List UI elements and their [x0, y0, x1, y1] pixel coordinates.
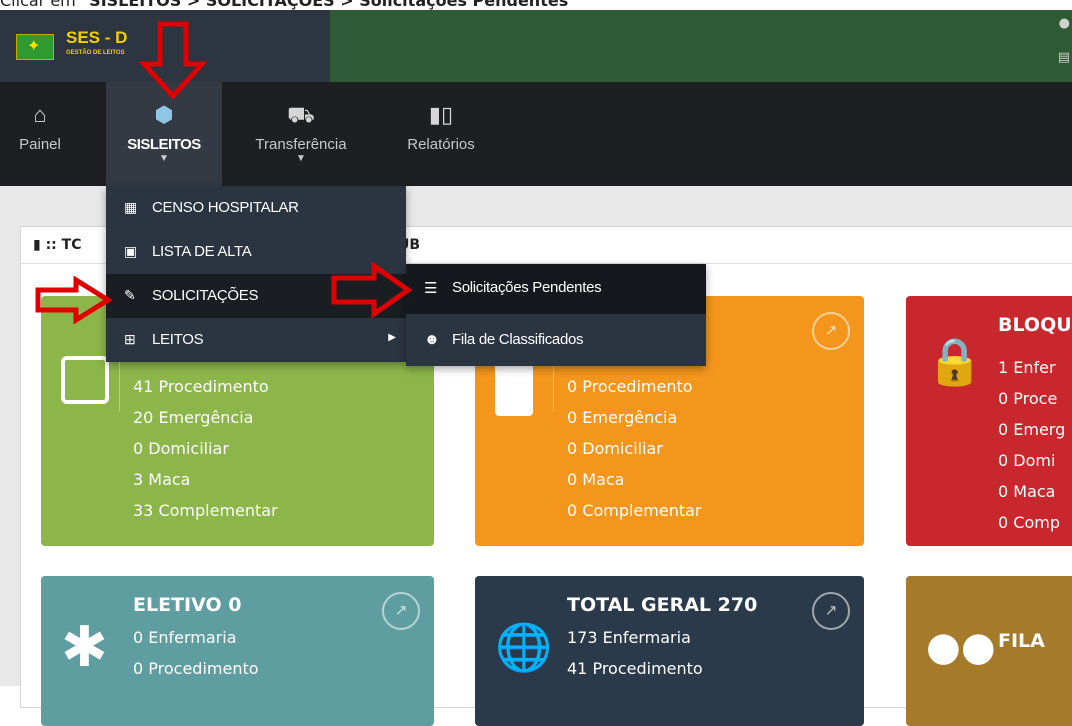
card-line: 41 Procedimento: [567, 659, 703, 678]
ambulance-icon: ⛟: [287, 102, 315, 127]
id-card-icon: ▦: [124, 199, 138, 215]
checkbox-icon: [61, 356, 109, 404]
card-bloqueados: BLOQU 🔒 1 Enfer 0 Proce 0 Emerg 0 Domi 0…: [906, 296, 1072, 546]
card-line: 0 Procedimento: [567, 377, 693, 396]
solicitacoes-submenu: ☰ Solicitações Pendentes ☻ Fila de Class…: [406, 264, 706, 366]
nav-label: SISLEITOS: [127, 136, 201, 153]
card-lines: 1 Enfer 0 Proce 0 Emerg 0 Domi 0 Maca 0 …: [998, 352, 1065, 538]
database-icon[interactable]: ▤: [1058, 50, 1070, 65]
home-icon: ⌂: [33, 102, 47, 127]
annotation-arrow-down: [138, 21, 208, 100]
card-line: 0 Comp: [998, 513, 1060, 532]
instruction-path: "SISLEITOS > SOLICITAÇÕES > Solicitações…: [80, 0, 577, 10]
nav-label: Relatórios: [407, 136, 475, 153]
menu-fila-de-classificados[interactable]: ☻ Fila de Classificados: [406, 316, 706, 366]
card-line: 0 Procedimento: [133, 659, 259, 678]
card-line: 0 Domi: [998, 451, 1056, 470]
card-line: 0 Enfermaria: [133, 628, 237, 647]
caret-down-icon: ▼: [159, 153, 169, 164]
caret-down-icon: ▼: [296, 153, 306, 164]
user-card-icon: ▣: [124, 243, 138, 259]
user-icon[interactable]: ●: [1059, 16, 1070, 31]
card-lines: 0 Enfermaria 0 Procedimento 0 Emergência…: [567, 340, 701, 526]
card-line: 0 Domiciliar: [567, 439, 663, 458]
flag-icon: [16, 34, 54, 60]
users-icon: ●●: [926, 624, 996, 670]
card-line: 1 Enfer: [998, 358, 1056, 377]
edit-icon: ✎: [124, 287, 136, 303]
nav-transferencia[interactable]: ⛟ Transferência ▼: [232, 82, 370, 186]
card-lines: 173 Enfermaria 41 Procedimento: [567, 622, 703, 684]
cube-icon: ⬢: [154, 102, 174, 127]
card-line: 0 Emerg: [998, 420, 1066, 439]
card-title: BLOQU: [998, 314, 1072, 336]
instruction-prefix: Clicar em: [0, 0, 81, 10]
card-line: 0 Domiciliar: [133, 439, 229, 458]
card-line: 3 Maca: [133, 470, 191, 489]
card-line: 0 Emergência: [567, 408, 678, 427]
asterisk-icon: ✱: [61, 615, 108, 680]
card-lines: 0 Enfermaria 0 Procedimento: [133, 622, 259, 684]
card-line: 0 Maca: [567, 470, 625, 489]
panel-heading-text: :: TC: [45, 237, 82, 253]
nav-painel[interactable]: ⌂ Painel: [0, 82, 80, 186]
share-icon[interactable]: ↗: [382, 592, 420, 630]
logo-subtitle: GESTÃO DE LEITOS: [66, 50, 125, 56]
card-title: FILA: [998, 630, 1045, 652]
card-line: 0 Complementar: [567, 501, 702, 520]
menu-label: Solicitações Pendentes: [452, 279, 602, 296]
annotation-arrow-right-submenu: [331, 262, 413, 318]
card-title: TOTAL GERAL 270: [567, 594, 758, 616]
nav-label: Painel: [19, 136, 61, 153]
list-icon: ☰: [424, 280, 438, 297]
nav-relatorios[interactable]: ▮▯ Relatórios: [386, 82, 496, 186]
share-icon[interactable]: ↗: [812, 592, 850, 630]
users-icon: ☻: [424, 331, 440, 348]
nav-label: Transferência: [255, 136, 347, 153]
card-lines: 172 Enfermaria 41 Procedimento 20 Emergê…: [133, 340, 278, 526]
card-total-geral: TOTAL GERAL 270 ↗ 🌐 173 Enfermaria 41 Pr…: [475, 576, 864, 726]
menu-label: Fila de Classificados: [452, 331, 584, 348]
card-eletivo: ELETIVO 0 ↗ ✱ 0 Enfermaria 0 Procediment…: [41, 576, 434, 726]
plus-square-icon: ⊞: [124, 331, 136, 347]
share-icon[interactable]: ↗: [812, 312, 850, 350]
card-fila: ●● FILA: [906, 576, 1072, 726]
annotation-arrow-right: [35, 276, 113, 324]
logo-title: SES - D: [66, 28, 128, 47]
menu-label: CENSO HOSPITALAR: [152, 199, 299, 216]
caret-right-icon: ▶: [388, 332, 396, 343]
menu-label: SOLICITAÇÕES: [152, 287, 259, 304]
card-line: 0 Proce: [998, 389, 1058, 408]
menu-label: LISTA DE ALTA: [152, 243, 252, 260]
menu-solicitacoes-pendentes[interactable]: ☰ Solicitações Pendentes: [406, 264, 706, 314]
panel-heading-left: ▮ :: TC: [33, 237, 81, 253]
card-line: 33 Complementar: [133, 501, 278, 520]
menu-leitos[interactable]: ⊞ LEITOS ▶: [106, 318, 406, 362]
globe-icon: 🌐: [495, 620, 553, 674]
instruction-text: Clicar em "SISLEITOS > SOLICITAÇÕES > So…: [0, 0, 577, 10]
menu-censo-hospitalar[interactable]: ▦ CENSO HOSPITALAR: [106, 186, 406, 230]
menu-label: LEITOS: [152, 331, 204, 348]
lock-icon: 🔒: [926, 334, 984, 388]
bar-chart-icon: ▮▯: [428, 102, 454, 127]
card-line: 41 Procedimento: [133, 377, 269, 396]
card-title: ELETIVO 0: [133, 594, 242, 616]
card-line: 0 Maca: [998, 482, 1056, 501]
bar-chart-icon: ▮: [33, 237, 46, 253]
card-line: 173 Enfermaria: [567, 628, 691, 647]
card-line: 20 Emergência: [133, 408, 254, 427]
